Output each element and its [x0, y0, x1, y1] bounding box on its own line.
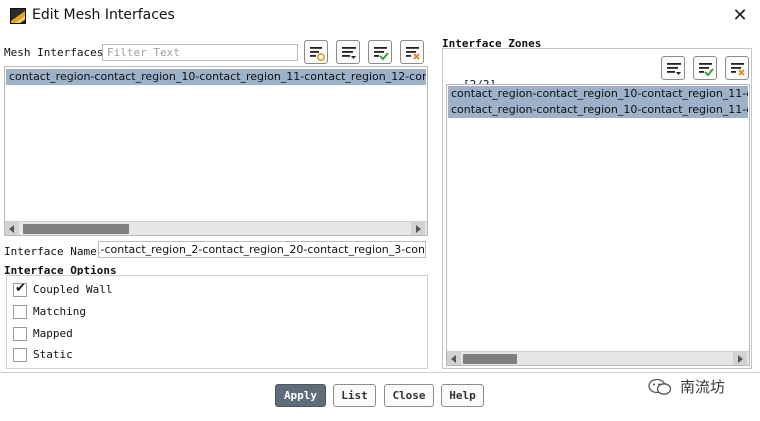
- list-item[interactable]: contact_region-contact_region_10-contact…: [448, 86, 748, 102]
- mesh-interfaces-label: Mesh Interfaces: [4, 46, 104, 59]
- checkbox-label: Matching: [33, 305, 86, 318]
- mesh-interfaces-panel: Mesh Interfaces Filter Text contact_regi…: [2, 34, 432, 370]
- select-all-icon: [374, 47, 389, 61]
- title-bar: Edit Mesh Interfaces ✕: [0, 0, 760, 34]
- filter-options-button[interactable]: [304, 40, 328, 64]
- interface-name-input[interactable]: contact_region-contact_region_10-contact…: [98, 241, 426, 258]
- deselect-all-button[interactable]: [725, 56, 749, 80]
- close-icon[interactable]: ✕: [730, 6, 750, 26]
- scrollbar-thumb[interactable]: [23, 224, 129, 234]
- list-button[interactable]: List: [333, 384, 376, 407]
- select-all-button[interactable]: [693, 56, 717, 80]
- close-button[interactable]: Close: [384, 384, 434, 407]
- app-logo-icon: [10, 8, 26, 24]
- list-item[interactable]: contact_region-contact_region_10-contact…: [448, 102, 748, 118]
- select-all-button[interactable]: [368, 40, 392, 64]
- wechat-icon: [648, 378, 672, 395]
- scrollbar-thumb[interactable]: [463, 354, 517, 364]
- interface-options-box: ✔ Coupled Wall Matching Mapped Static: [6, 275, 428, 369]
- footer-divider: [0, 372, 760, 373]
- interface-name-label: Interface Name: [4, 245, 97, 258]
- select-all-icon: [699, 63, 714, 77]
- scroll-right-icon[interactable]: [411, 222, 425, 235]
- deselect-all-icon: [731, 63, 745, 76]
- mesh-interfaces-list[interactable]: contact_region-contact_region_10-contact…: [4, 66, 428, 236]
- interface-zones-panel: Interface Zones [2/2]: [438, 34, 756, 370]
- scroll-left-icon[interactable]: [5, 222, 19, 235]
- horizontal-scrollbar[interactable]: [447, 351, 749, 365]
- checkbox-label: Static: [33, 348, 73, 361]
- list-options-icon: [342, 47, 356, 59]
- interface-zones-frame: [2/2] c: [442, 48, 752, 369]
- watermark-text: 南流坊: [680, 378, 726, 396]
- window-title: Edit Mesh Interfaces: [32, 7, 175, 23]
- deselect-all-button[interactable]: [400, 40, 424, 64]
- interface-name-value: contact_region-contact_region_10-contact…: [99, 243, 425, 256]
- checkbox-label: Coupled Wall: [33, 283, 113, 296]
- apply-button[interactable]: Apply: [275, 384, 326, 407]
- checkbox-label: Mapped: [33, 327, 73, 340]
- list-item[interactable]: contact_region-contact_region_10-contact…: [6, 69, 426, 85]
- scroll-left-icon[interactable]: [447, 352, 461, 365]
- checkbox[interactable]: [13, 348, 27, 362]
- filter-options-icon: [310, 47, 326, 62]
- scroll-right-icon[interactable]: [733, 352, 747, 365]
- horizontal-scrollbar[interactable]: [5, 221, 427, 235]
- list-options-button[interactable]: [661, 56, 685, 80]
- help-button[interactable]: Help: [441, 384, 484, 407]
- list-options-button[interactable]: [336, 40, 360, 64]
- deselect-all-icon: [406, 47, 420, 60]
- checkbox[interactable]: [13, 327, 27, 341]
- checkbox[interactable]: ✔: [13, 281, 27, 297]
- checkbox[interactable]: [13, 305, 27, 319]
- checkmark-icon: ✔: [15, 281, 26, 296]
- interface-zones-list[interactable]: contact_region-contact_region_10-contact…: [446, 84, 750, 366]
- filter-text-input[interactable]: [102, 44, 298, 61]
- list-options-icon: [667, 63, 681, 75]
